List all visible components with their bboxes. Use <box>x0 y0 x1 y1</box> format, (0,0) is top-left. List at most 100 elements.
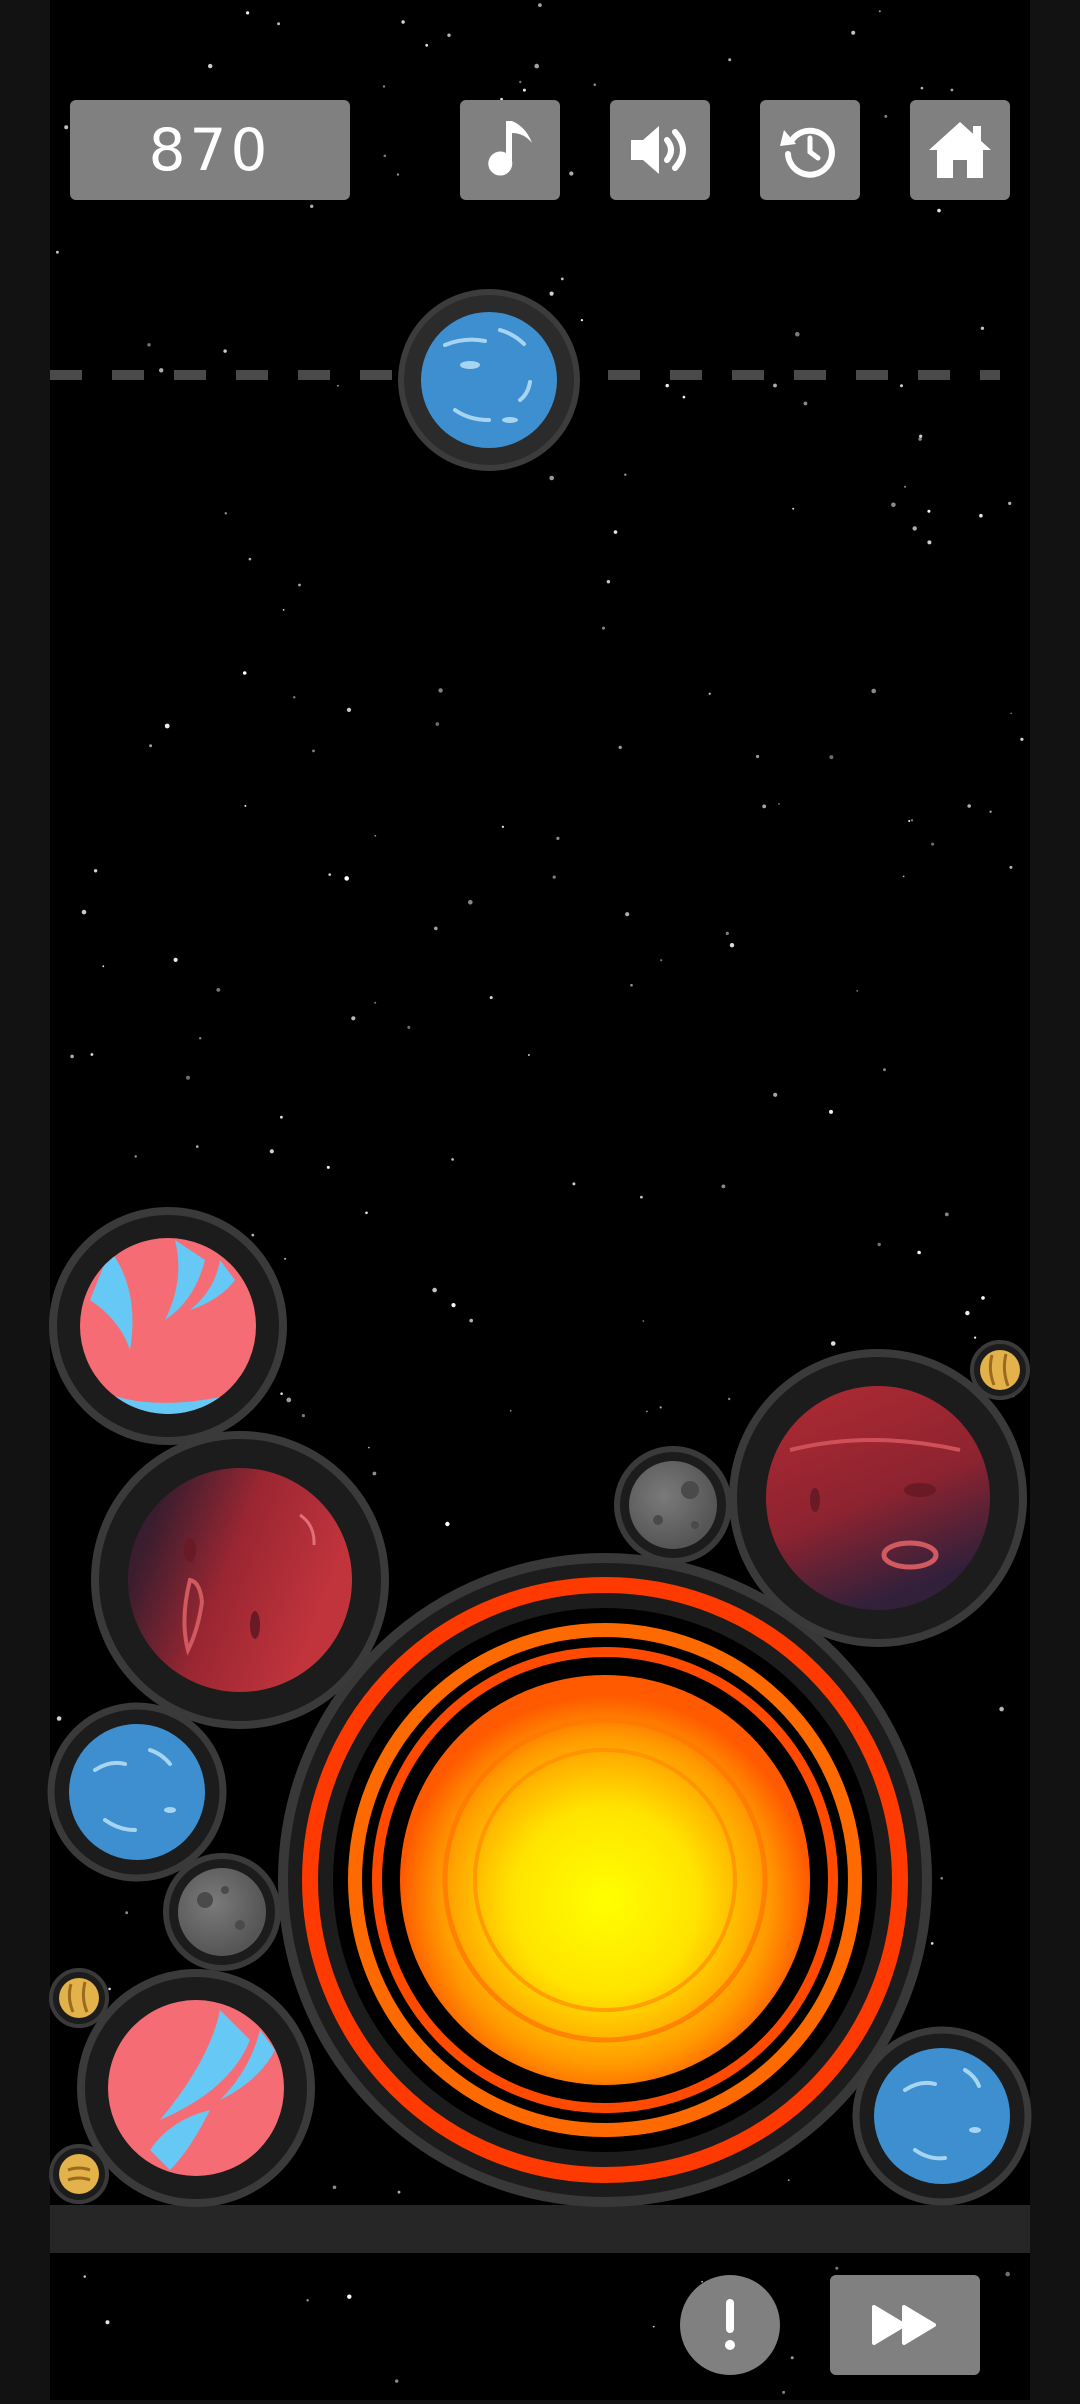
star <box>251 1233 255 1237</box>
planet-neptune <box>852 2026 1032 2206</box>
planet-earth <box>49 1207 287 1445</box>
star <box>397 2190 401 2194</box>
star <box>927 509 931 513</box>
info-button[interactable] <box>680 2275 780 2375</box>
star <box>630 983 633 987</box>
music-note-icon <box>488 121 532 176</box>
planet-pluto <box>49 2144 109 2204</box>
star <box>795 331 800 337</box>
next-planet-neptune[interactable] <box>398 289 580 471</box>
fast-forward-icon <box>872 2305 936 2345</box>
star <box>248 557 252 561</box>
star <box>432 1287 437 1293</box>
star <box>351 1016 356 1021</box>
star <box>549 291 554 296</box>
star <box>134 1155 137 1158</box>
star <box>216 988 221 992</box>
star <box>665 383 669 388</box>
star <box>920 86 924 90</box>
planet-sun <box>278 1553 932 2207</box>
star <box>1010 712 1012 715</box>
star <box>310 204 314 208</box>
star <box>560 277 564 281</box>
fast-forward-button[interactable] <box>830 2275 980 2375</box>
home-button[interactable] <box>910 100 1010 200</box>
star <box>549 475 554 481</box>
planet-mars <box>91 1431 389 1729</box>
star <box>374 1001 377 1004</box>
planet-mars <box>729 1349 1027 1647</box>
star <box>999 1706 1004 1712</box>
star <box>246 11 250 15</box>
star <box>298 583 301 587</box>
star <box>469 1318 474 1323</box>
star <box>102 965 105 968</box>
star <box>756 754 760 759</box>
star <box>396 173 399 176</box>
star <box>81 909 87 915</box>
star <box>451 1158 454 1161</box>
star <box>762 804 767 809</box>
star <box>382 85 386 88</box>
star <box>989 810 992 813</box>
star <box>434 926 438 931</box>
star <box>792 507 795 510</box>
star <box>778 803 780 805</box>
star <box>682 395 686 399</box>
star <box>186 1075 190 1080</box>
star <box>372 1471 377 1476</box>
star <box>447 33 451 37</box>
star <box>917 1250 921 1255</box>
floor <box>50 2205 1030 2253</box>
music-toggle-button[interactable] <box>460 100 560 200</box>
star <box>884 114 888 118</box>
restart-button[interactable] <box>760 100 860 200</box>
play-field[interactable] <box>0 0 1080 2400</box>
game-board[interactable]: 870 <box>0 0 1080 2400</box>
star <box>528 1054 530 1056</box>
star <box>125 1911 129 1915</box>
star <box>301 1414 305 1418</box>
star <box>346 707 352 713</box>
star <box>950 88 954 92</box>
star <box>538 3 542 7</box>
star <box>489 996 493 1000</box>
star <box>332 2185 337 2190</box>
star <box>451 1303 456 1308</box>
star <box>383 154 387 158</box>
star <box>725 931 729 936</box>
star <box>618 745 622 750</box>
star <box>782 2390 786 2394</box>
sound-toggle-button[interactable] <box>610 100 710 200</box>
star <box>830 1341 836 1346</box>
star <box>164 723 170 729</box>
star <box>927 540 932 545</box>
star <box>602 626 605 630</box>
star <box>904 485 906 488</box>
star <box>728 58 732 62</box>
planet-neptune <box>47 1702 227 1882</box>
star <box>910 819 914 822</box>
star <box>721 1184 726 1189</box>
star <box>159 368 164 373</box>
star <box>208 63 213 69</box>
star <box>293 696 296 699</box>
star <box>930 1942 934 1945</box>
planet-moon <box>614 1446 732 1564</box>
star <box>902 875 905 878</box>
star <box>613 530 618 534</box>
star <box>277 22 281 26</box>
star <box>803 401 808 406</box>
star <box>729 943 735 948</box>
star <box>918 437 922 441</box>
planet-pluto <box>49 1968 109 2028</box>
star <box>501 825 504 828</box>
star <box>90 1053 94 1056</box>
star <box>280 1392 283 1395</box>
star <box>593 83 597 86</box>
star <box>646 1410 648 1413</box>
star <box>659 1406 662 1409</box>
restart-icon <box>780 127 835 178</box>
star <box>912 526 917 531</box>
star <box>790 2356 794 2360</box>
